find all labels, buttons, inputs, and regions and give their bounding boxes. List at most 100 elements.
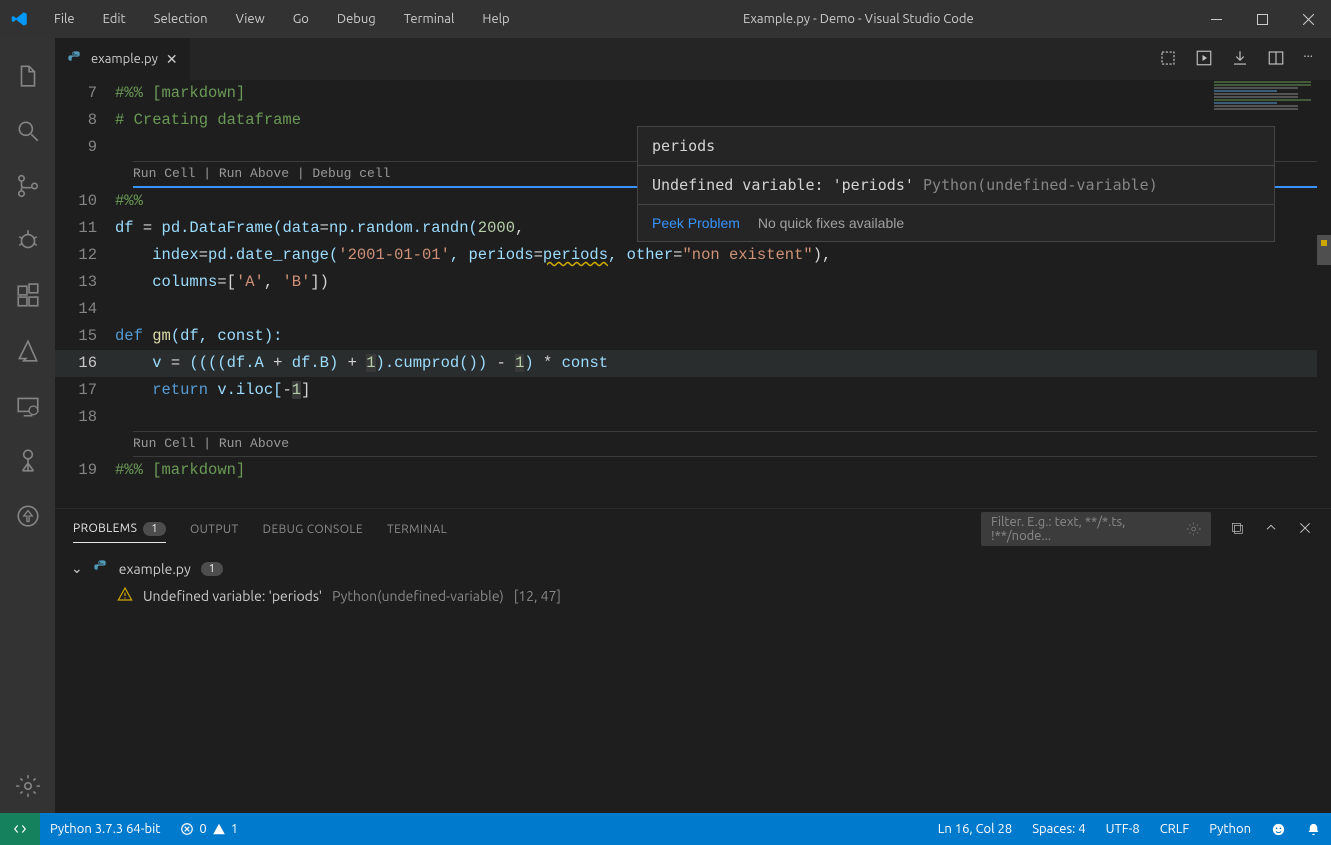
code-l8: # Creating dataframe xyxy=(115,111,301,129)
python-file-icon xyxy=(67,50,83,69)
download-icon[interactable] xyxy=(1231,49,1249,70)
error-icon xyxy=(180,822,194,836)
gutter-19: 19 xyxy=(55,457,115,484)
liveshare-icon[interactable] xyxy=(0,488,55,543)
menu-terminal[interactable]: Terminal xyxy=(390,12,469,26)
status-encoding[interactable]: UTF-8 xyxy=(1096,822,1150,837)
gutter-18: 18 xyxy=(55,404,115,431)
collapse-all-icon[interactable] xyxy=(1229,520,1245,539)
settings-gear-icon[interactable] xyxy=(0,758,55,813)
file-problem-count: 1 xyxy=(201,562,223,576)
status-bar: Python 3.7.3 64-bit 0 1 Ln 16, Col 28 Sp… xyxy=(0,813,1331,845)
source-control-icon[interactable] xyxy=(0,158,55,213)
tab-close-icon[interactable]: ✕ xyxy=(166,51,178,68)
menu-debug[interactable]: Debug xyxy=(323,12,390,26)
explorer-icon[interactable] xyxy=(0,48,55,103)
status-feedback-icon[interactable] xyxy=(1261,822,1296,837)
problem-squiggle: periods xyxy=(543,246,608,264)
extensions-icon[interactable] xyxy=(0,268,55,323)
remote-explorer-icon[interactable] xyxy=(0,378,55,433)
split-editor-icon[interactable] xyxy=(1267,49,1285,70)
menu-help[interactable]: Help xyxy=(468,12,523,26)
tab-terminal[interactable]: TERMINAL xyxy=(387,523,447,536)
status-notifications-icon[interactable] xyxy=(1296,822,1331,837)
tab-label: example.py xyxy=(91,52,158,66)
menu-bar: File Edit Selection View Go Debug Termin… xyxy=(40,12,524,26)
run-file-icon[interactable] xyxy=(1195,49,1213,70)
editor[interactable]: 7#%% [markdown] 8# Creating dataframe 9 … xyxy=(55,80,1331,508)
warning-icon xyxy=(212,822,226,836)
hover-tooltip: periods Undefined variable: 'periods' Py… xyxy=(637,126,1275,242)
status-indentation[interactable]: Spaces: 4 xyxy=(1022,822,1095,837)
gutter-13: 13 xyxy=(55,269,115,296)
editor-actions: ··· xyxy=(1159,49,1331,70)
menu-selection[interactable]: Selection xyxy=(140,12,222,26)
gutter-16: 16 xyxy=(55,350,115,377)
test-icon[interactable] xyxy=(0,433,55,488)
status-language[interactable]: Python xyxy=(1199,822,1261,837)
status-cursor-position[interactable]: Ln 16, Col 28 xyxy=(928,822,1022,837)
activity-bar xyxy=(0,38,55,813)
problem-item[interactable]: Undefined variable: 'periods' Python(und… xyxy=(71,582,1315,609)
panel-maximize-icon[interactable] xyxy=(1263,520,1279,539)
status-errors-warnings[interactable]: 0 1 xyxy=(170,822,248,836)
gutter-17: 17 xyxy=(55,377,115,404)
gutter-9: 9 xyxy=(55,134,115,161)
filter-settings-icon[interactable] xyxy=(1186,521,1201,537)
tab-output[interactable]: OUTPUT xyxy=(190,523,239,536)
code-l10: #%% xyxy=(115,192,143,210)
editor-tabs: example.py ✕ ··· xyxy=(55,38,1331,80)
title-bar: File Edit Selection View Go Debug Termin… xyxy=(0,0,1331,38)
no-quickfix-label: No quick fixes available xyxy=(758,215,904,231)
problems-list: ⌄ example.py 1 Undefined variable: 'peri… xyxy=(55,549,1331,813)
maximize-button[interactable] xyxy=(1239,0,1285,38)
hover-title: periods xyxy=(638,127,1274,166)
window-controls xyxy=(1193,0,1331,38)
gutter-15: 15 xyxy=(55,323,115,350)
gutter-14: 14 xyxy=(55,296,115,323)
tab-debug-console[interactable]: DEBUG CONSOLE xyxy=(263,523,363,536)
tab-problems[interactable]: PROBLEMS1 xyxy=(73,522,166,543)
gutter-12: 12 xyxy=(55,242,115,269)
menu-file[interactable]: File xyxy=(40,12,89,26)
menu-go[interactable]: Go xyxy=(279,12,323,26)
azure-icon[interactable] xyxy=(0,323,55,378)
menu-view[interactable]: View xyxy=(222,12,279,26)
gutter-10: 10 xyxy=(55,188,115,215)
menu-edit[interactable]: Edit xyxy=(89,12,140,26)
status-eol[interactable]: CRLF xyxy=(1150,822,1200,837)
hover-message: Undefined variable: 'periods' Python(und… xyxy=(638,166,1274,205)
problems-filter-input[interactable]: Filter. E.g.: text, **/*.ts, !**/node... xyxy=(981,512,1211,546)
more-actions-icon[interactable]: ··· xyxy=(1303,49,1313,70)
remote-indicator[interactable] xyxy=(0,813,40,845)
problem-file-row[interactable]: ⌄ example.py 1 xyxy=(71,555,1315,582)
gutter-7: 7 xyxy=(55,80,115,107)
python-file-icon xyxy=(93,559,109,578)
code-l7: #%% [markdown] xyxy=(115,84,245,102)
editor-scrollbar[interactable] xyxy=(1317,80,1331,508)
status-python-interpreter[interactable]: Python 3.7.3 64-bit xyxy=(40,822,170,836)
tab-example-py[interactable]: example.py ✕ xyxy=(55,38,191,80)
filter-placeholder: Filter. E.g.: text, **/*.ts, !**/node... xyxy=(991,515,1180,543)
panel: PROBLEMS1 OUTPUT DEBUG CONSOLE TERMINAL … xyxy=(55,508,1331,813)
code-l19: #%% [markdown] xyxy=(115,461,245,479)
problems-count-badge: 1 xyxy=(143,522,166,536)
main-column: example.py ✕ ··· 7#%% [markdown] 8# Crea… xyxy=(55,38,1331,813)
gutter-8: 8 xyxy=(55,107,115,134)
codelens-cell2[interactable]: Run Cell | Run Above xyxy=(55,432,1331,456)
close-button[interactable] xyxy=(1285,0,1331,38)
window-title: Example.py - Demo - Visual Studio Code xyxy=(524,12,1193,26)
panel-close-icon[interactable] xyxy=(1297,520,1313,539)
gutter-11: 11 xyxy=(55,215,115,242)
problem-message: Undefined variable: 'periods' xyxy=(143,588,322,604)
problem-location: [12, 47] xyxy=(514,588,561,604)
minimize-button[interactable] xyxy=(1193,0,1239,38)
vscode-logo-icon xyxy=(0,10,40,28)
problem-source: Python(undefined-variable) xyxy=(332,588,504,604)
chevron-down-icon: ⌄ xyxy=(71,560,83,577)
debug-icon[interactable] xyxy=(0,213,55,268)
run-interactive-icon[interactable] xyxy=(1159,49,1177,70)
peek-problem-link[interactable]: Peek Problem xyxy=(652,215,740,231)
search-icon[interactable] xyxy=(0,103,55,158)
panel-tabs: PROBLEMS1 OUTPUT DEBUG CONSOLE TERMINAL … xyxy=(55,509,1331,549)
